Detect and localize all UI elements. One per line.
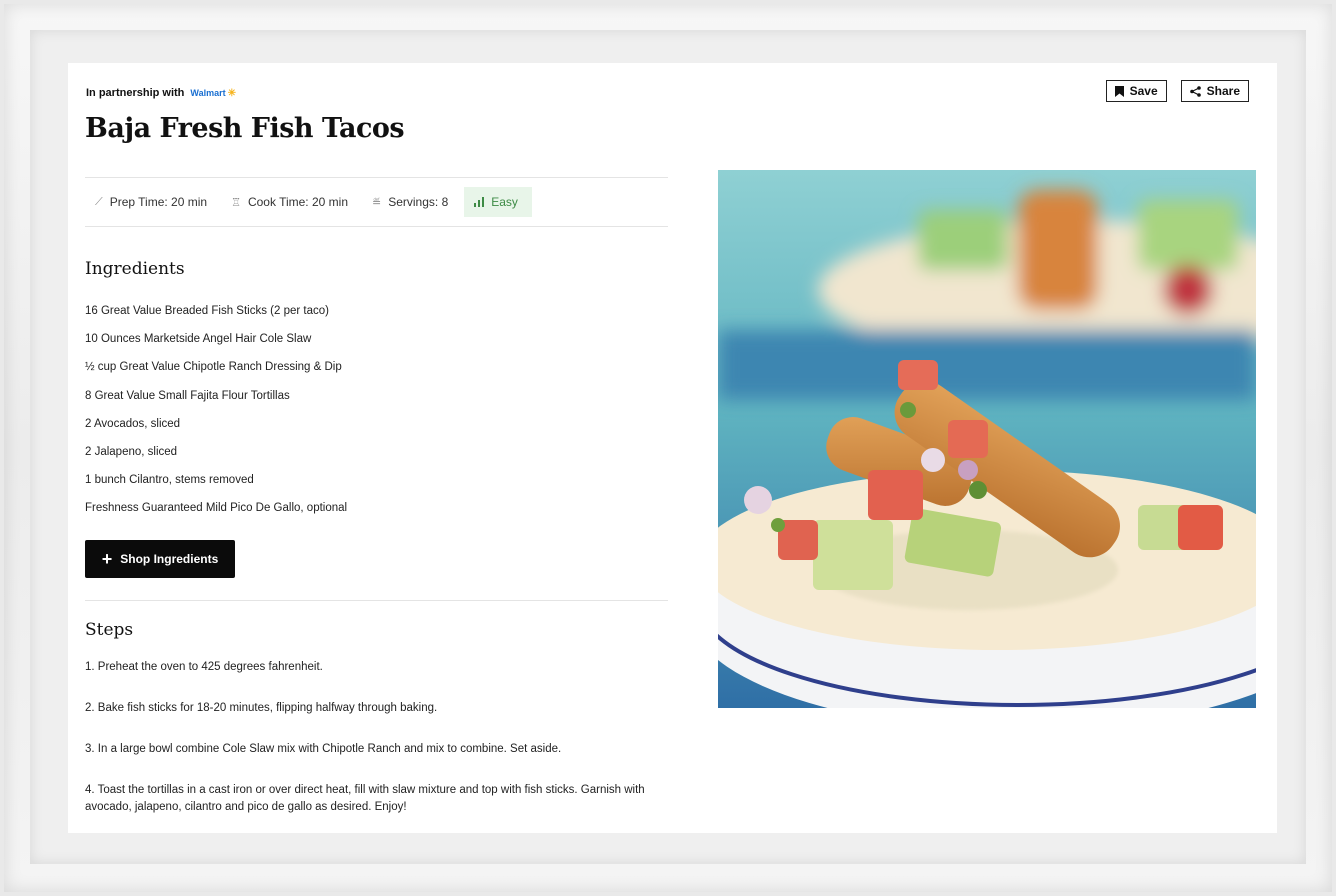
ingredients-heading: Ingredients [85, 259, 185, 279]
fish-taco-image [718, 170, 1256, 708]
recipe-actions: Save Share [1105, 80, 1249, 102]
partnership-label: In partnership with [86, 87, 185, 99]
recipe-card: In partnership with Walmart ✳ Baja Fresh… [68, 63, 1277, 833]
cook-time: ♖ Cook Time: 20 min [221, 187, 362, 217]
walmart-spark-icon: ✳ [227, 87, 236, 99]
ingredient-item: 1 bunch Cilantro, stems removed [85, 474, 254, 487]
cook-time-text: Cook Time: 20 min [247, 195, 348, 209]
ingredients-list: 16 Great Value Breaded Fish Sticks (2 pe… [85, 303, 347, 529]
section-divider [85, 600, 668, 601]
knife-icon: ⟋ [95, 195, 103, 208]
ingredient-item: Freshness Guaranteed Mild Pico De Gallo,… [85, 502, 348, 515]
ingredient-item: 16 Great Value Breaded Fish Sticks (2 pe… [85, 305, 329, 317]
walmart-logo-text: Walmart [190, 88, 226, 98]
plus-icon: + [101, 549, 113, 569]
difficulty-text: Easy [491, 195, 518, 209]
share-icon [1189, 85, 1201, 97]
step-item: 3. In a large bowl combine Cole Slaw mix… [85, 743, 562, 755]
walmart-logo[interactable]: Walmart ✳ [190, 88, 236, 99]
ingredient-item: 2 Jalapeno, sliced [85, 445, 178, 458]
shop-ingredients-label: Shop Ingredients [120, 552, 219, 566]
ingredient-item: 2 Avocados, sliced [85, 417, 181, 430]
steps-heading: Steps [85, 620, 134, 640]
step-item: 1. Preheat the oven to 425 degrees fahre… [85, 661, 323, 673]
step-item: 4. Toast the tortillas in a cast iron or… [85, 784, 645, 813]
save-button[interactable]: Save [1105, 80, 1167, 102]
recipe-meta-bar: ⟋ Prep Time: 20 min ♖ Cook Time: 20 min … [85, 177, 668, 227]
recipe-photo [718, 170, 1256, 708]
difficulty-bars-icon [474, 197, 485, 207]
share-button[interactable]: Share [1180, 80, 1249, 102]
bookmark-icon [1114, 85, 1124, 97]
ingredient-item: 8 Great Value Small Fajita Flour Tortill… [85, 389, 290, 402]
partnership-banner: In partnership with Walmart ✳ [86, 87, 236, 99]
recipe-title: Baja Fresh Fish Tacos [85, 113, 405, 144]
servings-text: Servings: 8 [388, 195, 449, 209]
prep-time-text: Prep Time: 20 min [109, 195, 208, 209]
prep-time: ⟋ Prep Time: 20 min [85, 187, 221, 217]
share-button-label: Share [1206, 84, 1240, 98]
plates-icon: ≝ [372, 196, 382, 209]
shop-ingredients-button[interactable]: + Shop Ingredients [85, 540, 235, 578]
step-item: 2. Bake fish sticks for 18-20 minutes, f… [85, 702, 438, 714]
ingredient-item: 10 Ounces Marketside Angel Hair Cole Sla… [85, 333, 312, 346]
ingredient-item: ½ cup Great Value Chipotle Ranch Dressin… [85, 361, 342, 374]
servings: ≝ Servings: 8 [362, 187, 462, 217]
chef-hat-icon: ♖ [231, 196, 241, 209]
difficulty-badge: Easy [464, 187, 532, 217]
save-button-label: Save [1129, 84, 1158, 98]
steps-list: 1. Preheat the oven to 425 degrees fahre… [85, 659, 675, 840]
